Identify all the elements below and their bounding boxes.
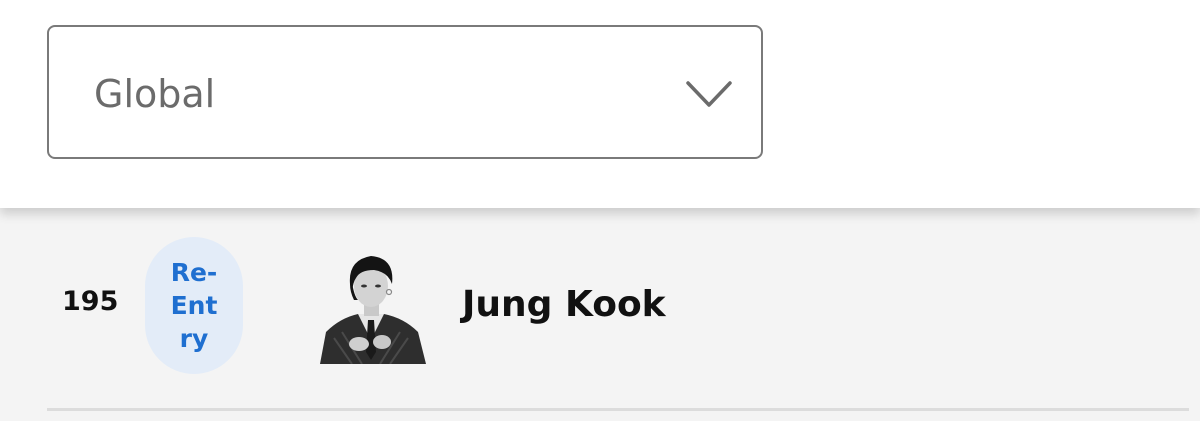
artist-photo — [312, 248, 430, 364]
filter-bar: Global — [0, 0, 1200, 208]
re-entry-badge: Re- Ent ry — [145, 237, 243, 374]
chart-row[interactable]: 195 Re- Ent ry Jung Kook — [0, 208, 1200, 408]
badge-label: Re- Ent ry — [170, 258, 218, 353]
chart-list: 195 Re- Ent ry Jung Kook — [0, 208, 1200, 421]
row-divider — [47, 408, 1189, 411]
rank-number: 195 — [62, 286, 119, 317]
artist-avatar[interactable] — [312, 248, 430, 364]
region-select-value: Global — [94, 72, 216, 116]
chevron-down-icon — [686, 81, 732, 107]
region-select[interactable]: Global — [47, 25, 763, 159]
artist-name[interactable]: Jung Kook — [462, 284, 666, 325]
